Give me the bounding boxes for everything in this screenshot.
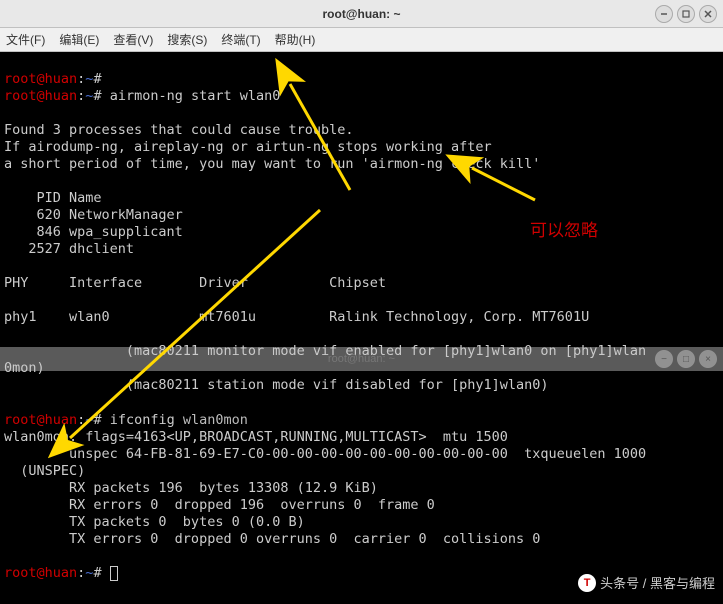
window-controls — [655, 5, 717, 23]
maximize-button[interactable] — [677, 5, 695, 23]
window-title: root@huan: ~ — [322, 7, 400, 21]
command-airmon: airmon-ng start wlan0 — [110, 88, 281, 104]
menu-help[interactable]: 帮助(H) — [275, 31, 316, 48]
close-button-back[interactable]: × — [699, 350, 717, 368]
menu-file[interactable]: 文件(F) — [6, 31, 45, 48]
menu-view[interactable]: 查看(V) — [113, 31, 153, 48]
close-button[interactable] — [699, 5, 717, 23]
minimize-button-back[interactable]: − — [655, 350, 673, 368]
menu-terminal[interactable]: 终端(T) — [221, 31, 260, 48]
menubar: 文件(F) 编辑(E) 查看(V) 搜索(S) 终端(T) 帮助(H) — [0, 28, 723, 52]
window-titlebar-back: root@huan: ~ − □ × — [0, 347, 723, 371]
cursor — [110, 566, 118, 581]
maximize-button-back[interactable]: □ — [677, 350, 695, 368]
window-title-back: root@huan: ~ — [328, 353, 395, 365]
command-ifconfig: ifconfig — [110, 412, 183, 428]
menu-search[interactable]: 搜索(S) — [167, 31, 207, 48]
menu-edit[interactable]: 编辑(E) — [59, 31, 99, 48]
terminal-output-top[interactable]: root@huan:~# root@huan:~# airmon-ng star… — [0, 52, 723, 393]
terminal-output-bottom[interactable]: root@huan:~# ifconfig wlan0mon wlan0mon:… — [0, 393, 723, 584]
window-titlebar: root@huan: ~ — [0, 0, 723, 28]
minimize-button[interactable] — [655, 5, 673, 23]
